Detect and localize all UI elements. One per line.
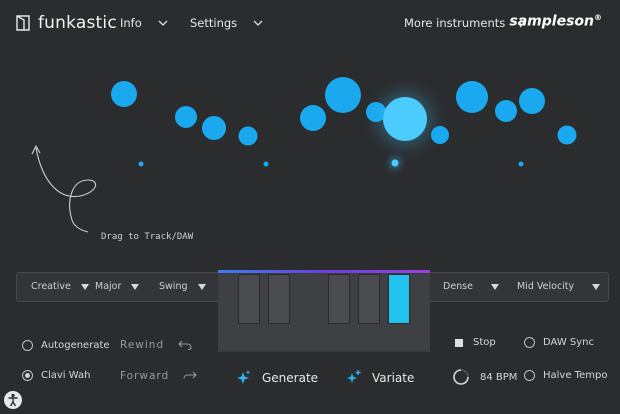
bpm-value: 84 BPM	[480, 371, 518, 383]
note-dot-active	[391, 159, 399, 167]
variate-label: Variate	[372, 371, 415, 385]
more-instruments-label: More instruments	[404, 16, 506, 30]
dropdown-triangle-icon	[592, 283, 601, 290]
generate-label: Generate	[262, 371, 319, 385]
note-bubble[interactable]	[495, 100, 517, 122]
drag-arrow-icon	[31, 144, 97, 233]
forward-label: Forward	[120, 370, 170, 382]
sparkle-icon	[237, 370, 251, 384]
clavi-wah-label: Clavi Wah	[41, 370, 91, 381]
stop-icon	[455, 338, 463, 347]
autogenerate-toggle[interactable]: Autogenerate	[22, 340, 110, 351]
brand-registered: ®	[594, 13, 602, 22]
drag-to-daw-label[interactable]: Drag to Track/DAW	[101, 232, 193, 242]
note-bubble[interactable]	[456, 81, 488, 113]
black-key[interactable]	[268, 274, 290, 324]
app-logo[interactable]: funkastic	[16, 13, 117, 33]
note-bubble[interactable]	[111, 81, 137, 107]
note-bubble[interactable]	[431, 126, 449, 144]
swing-select[interactable]: Swing	[159, 281, 206, 292]
menu-info[interactable]: Info	[120, 16, 168, 30]
forward-button[interactable]: Forward	[120, 370, 198, 382]
note-bubble[interactable]	[325, 77, 361, 113]
generate-button[interactable]: Generate	[234, 369, 318, 387]
note-bubble[interactable]	[202, 116, 226, 140]
clavi-wah-radio[interactable]	[22, 370, 33, 381]
note-dot	[263, 161, 269, 167]
creative-select[interactable]: Creative	[31, 281, 89, 292]
density-label: Dense	[443, 281, 473, 292]
user-accessibility-icon[interactable]	[3, 390, 23, 410]
daw-sync-radio[interactable]	[524, 337, 535, 348]
scale-label: Major	[95, 281, 122, 292]
daw-sync-toggle[interactable]: DAW Sync	[524, 337, 594, 348]
note-bubble-active[interactable]	[383, 97, 427, 141]
density-select[interactable]: Dense	[443, 281, 499, 292]
dropdown-triangle-icon	[197, 283, 206, 290]
note-dot	[518, 161, 524, 167]
creative-label: Creative	[31, 281, 71, 292]
swing-label: Swing	[159, 281, 188, 292]
stop-button[interactable]: Stop	[455, 337, 496, 348]
note-dot	[138, 161, 144, 167]
menu-info-label: Info	[120, 16, 142, 30]
brand-logo[interactable]: sampleson®	[509, 13, 602, 30]
chevron-down-icon	[158, 20, 168, 26]
black-key[interactable]	[358, 274, 380, 324]
variate-button[interactable]: Variate	[344, 369, 414, 387]
piano-keyboard[interactable]	[218, 270, 430, 352]
rewind-label: Rewind	[120, 339, 165, 351]
rewind-icon	[178, 340, 192, 350]
dropdown-triangle-icon	[131, 283, 140, 290]
note-bubble[interactable]	[519, 88, 545, 114]
black-key-active[interactable]	[388, 274, 410, 324]
note-bubble[interactable]	[238, 126, 258, 146]
stop-label: Stop	[473, 337, 496, 348]
autogenerate-radio[interactable]	[22, 340, 33, 351]
menu-settings[interactable]: Settings	[190, 16, 263, 30]
velocity-select[interactable]: Mid Velocity	[517, 281, 601, 292]
black-key[interactable]	[238, 274, 260, 324]
halve-tempo-toggle[interactable]: Halve Tempo	[524, 370, 607, 381]
sparkle-plus-icon	[347, 370, 361, 383]
note-bubble[interactable]	[300, 105, 326, 131]
halve-tempo-radio[interactable]	[524, 370, 535, 381]
halve-tempo-label: Halve Tempo	[543, 370, 608, 381]
clavi-wah-toggle[interactable]: Clavi Wah	[22, 370, 90, 381]
top-bar: funkastic Info Settings More instruments…	[0, 0, 620, 46]
scale-select[interactable]: Major	[95, 281, 140, 292]
autogenerate-label: Autogenerate	[41, 340, 110, 351]
app-name: funkastic	[38, 13, 117, 33]
daw-sync-label: DAW Sync	[543, 337, 594, 348]
keyboard-range-bar	[218, 270, 430, 273]
note-bubble[interactable]	[557, 125, 577, 145]
menu-settings-label: Settings	[190, 16, 238, 30]
rewind-button[interactable]: Rewind	[120, 339, 192, 351]
tempo-knob[interactable]: 84 BPM	[452, 368, 517, 386]
tempo-dial-icon	[453, 369, 469, 385]
note-bubble[interactable]	[175, 106, 197, 128]
black-key[interactable]	[328, 274, 350, 324]
forward-icon	[183, 371, 198, 379]
brand-name: sampleson	[509, 13, 594, 30]
velocity-label: Mid Velocity	[517, 281, 575, 292]
chevron-down-icon	[253, 20, 263, 26]
dropdown-triangle-icon	[490, 283, 499, 290]
dropdown-triangle-icon	[80, 283, 89, 290]
logo-icon	[16, 15, 30, 31]
